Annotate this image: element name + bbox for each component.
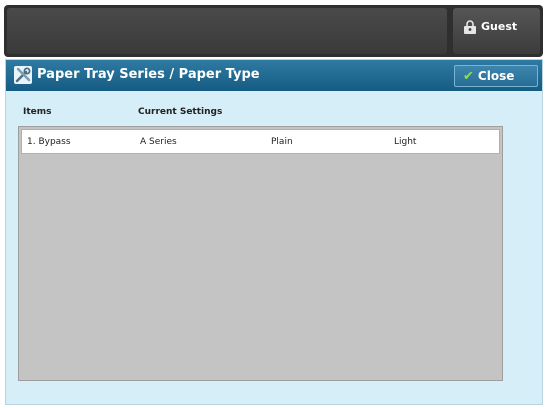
item-name: 1. Bypass [27,137,71,147]
header-items: Items [23,107,52,117]
close-button[interactable]: ✔ Close [454,65,538,87]
check-icon: ✔ [463,68,474,84]
dialog-title: Paper Tray Series / Paper Type [37,67,260,82]
item-paper-weight: Light [394,137,417,147]
lock-person-icon [464,20,476,34]
list-item[interactable]: 1. Bypass A Series Plain Light [21,129,500,154]
guest-button[interactable]: Guest [453,8,540,54]
tools-icon [14,66,32,84]
close-label: Close [477,69,515,83]
header-current-settings: Current Settings [138,107,223,117]
guest-label: Guest [481,20,518,33]
settings-list: 1. Bypass A Series Plain Light [18,126,503,381]
status-bar: Guest [4,5,543,57]
dialog-panel: Paper Tray Series / Paper Type ✔ Close I… [5,59,543,405]
screen: Guest Paper Tray Series / Paper Type ✔ C… [0,0,547,408]
dialog-titlebar: Paper Tray Series / Paper Type ✔ Close [6,60,542,91]
message-area [7,8,447,54]
item-paper-type: Plain [271,137,293,147]
item-series: A Series [140,137,177,147]
